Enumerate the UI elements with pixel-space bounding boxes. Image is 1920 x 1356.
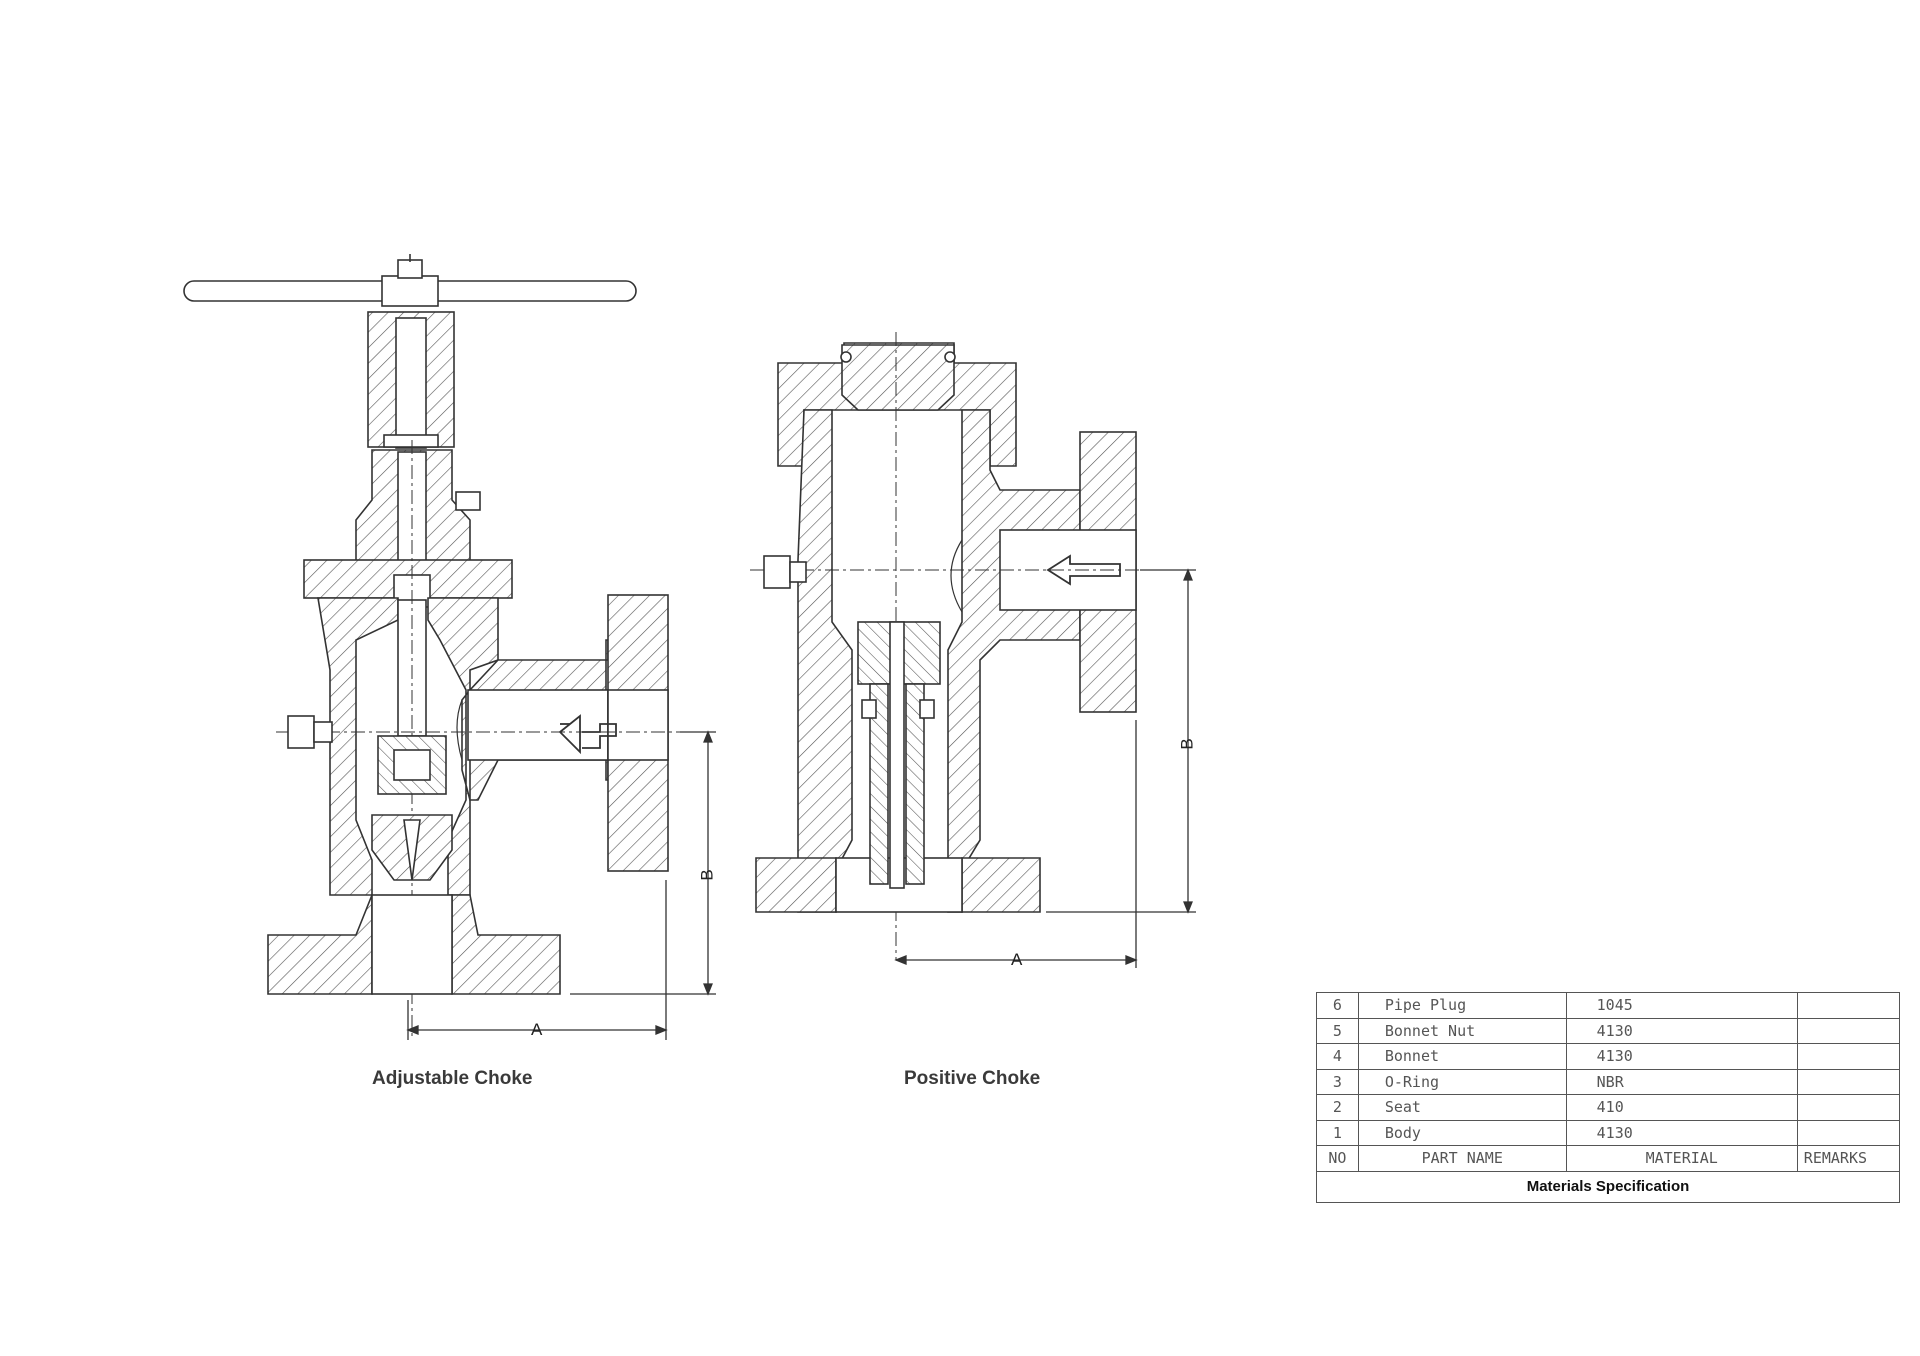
part-material: 410 <box>1565 1094 1798 1121</box>
part-material: 4130 <box>1565 1043 1798 1070</box>
part-no: 5 <box>1316 1017 1359 1044</box>
handwheel-hub <box>381 275 439 307</box>
header-material: MATERIAL <box>1565 1145 1798 1172</box>
part-no: 2 <box>1316 1094 1359 1121</box>
part-name: Body <box>1357 1119 1567 1146</box>
materials-table: 6 Pipe Plug 1045 5 Bonnet Nut 4130 4 Bon… <box>1316 992 1901 1203</box>
part-name: Bonnet <box>1357 1043 1567 1070</box>
part-name: Seat <box>1357 1094 1567 1121</box>
dim-label-a-positive: A <box>1011 950 1023 969</box>
positive-body <box>797 409 853 913</box>
positive-bonnet <box>841 344 955 411</box>
table-row: 3 O-Ring NBR <box>1316 1068 1901 1095</box>
positive-choke-drawing <box>750 332 1196 968</box>
part-no: 4 <box>1316 1043 1359 1070</box>
part-name: O-Ring <box>1357 1068 1567 1095</box>
part-remarks <box>1796 1043 1901 1070</box>
table-row: 6 Pipe Plug 1045 <box>1316 992 1901 1019</box>
caption-positive-choke: Positive Choke <box>904 1068 1041 1089</box>
part-no: 3 <box>1316 1068 1359 1095</box>
part-remarks <box>1796 992 1901 1019</box>
part-material: 4130 <box>1565 1119 1798 1146</box>
part-material: 1045 <box>1565 992 1798 1019</box>
part-remarks <box>1796 1017 1901 1044</box>
part-remarks <box>1796 1068 1901 1095</box>
part-material: NBR <box>1565 1068 1798 1095</box>
header-no: NO <box>1316 1145 1359 1172</box>
positive-bottom-flange <box>755 857 837 913</box>
part-material: 4130 <box>1565 1017 1798 1044</box>
table-row: 2 Seat 410 <box>1316 1094 1901 1121</box>
table-header-row: NO PART NAME MATERIAL REMARKS <box>1316 1145 1901 1172</box>
dim-label-a-adjustable: A <box>531 1020 543 1039</box>
bottom-flange <box>267 894 373 995</box>
table-row: 1 Body 4130 <box>1316 1119 1901 1146</box>
table-title: Materials Specification <box>1316 1170 1900 1203</box>
table-row: 5 Bonnet Nut 4130 <box>1316 1017 1901 1044</box>
header-part-name: PART NAME <box>1357 1145 1567 1172</box>
dim-label-b-positive: B <box>1177 738 1197 750</box>
part-name: Pipe Plug <box>1357 992 1567 1019</box>
part-no: 1 <box>1316 1119 1359 1146</box>
caption-adjustable-choke: Adjustable Choke <box>372 1068 533 1089</box>
part-remarks <box>1796 1094 1901 1121</box>
pipe-plug-positive <box>763 555 791 589</box>
dim-label-b-adjustable: B <box>697 869 717 881</box>
pipe-plug-adjustable <box>287 715 315 749</box>
table-row: 4 Bonnet 4130 <box>1316 1043 1901 1070</box>
part-remarks <box>1796 1119 1901 1146</box>
header-remarks: REMARKS <box>1796 1145 1901 1172</box>
adjustable-choke-drawing <box>183 254 716 1040</box>
table-title-row: Materials Specification <box>1316 1170 1900 1203</box>
part-no: 6 <box>1316 992 1359 1019</box>
part-name: Bonnet Nut <box>1357 1017 1567 1044</box>
